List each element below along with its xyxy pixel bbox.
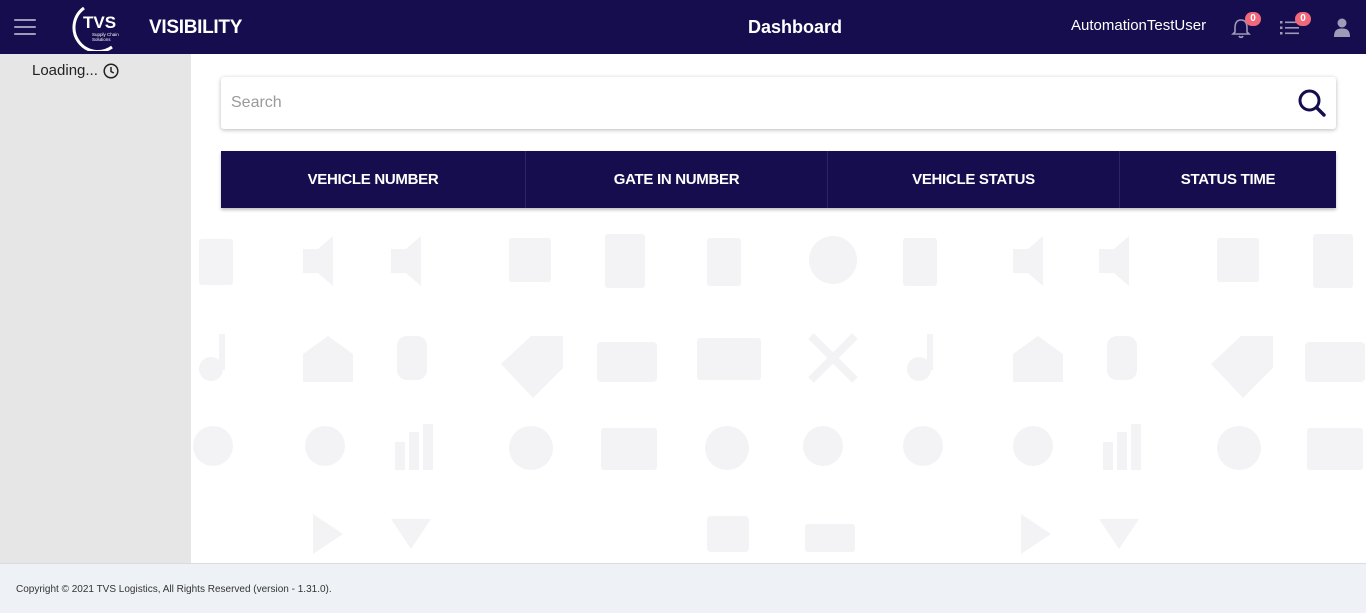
- column-header-gate-in-number[interactable]: GATE IN NUMBER: [526, 151, 828, 208]
- copyright-text: Copyright © 2021 TVS Logistics, All Righ…: [16, 584, 332, 595]
- loading-text: Loading...: [32, 62, 98, 79]
- vehicle-table-header: VEHICLE NUMBER GATE IN NUMBER VEHICLE ST…: [221, 151, 1336, 208]
- notification-count-badge: 0: [1245, 12, 1261, 26]
- clock-icon: [103, 62, 119, 79]
- sidebar-loading-indicator: Loading...: [32, 62, 119, 79]
- notifications-button[interactable]: 0: [1227, 12, 1261, 42]
- footer: Copyright © 2021 TVS Logistics, All Righ…: [0, 563, 1366, 613]
- search-input[interactable]: [231, 89, 1271, 117]
- search-button[interactable]: [1296, 87, 1328, 119]
- column-header-status-time[interactable]: STATUS TIME: [1120, 151, 1336, 208]
- column-header-vehicle-number[interactable]: VEHICLE NUMBER: [221, 151, 526, 208]
- search-icon: [1298, 89, 1326, 117]
- user-icon: [1334, 18, 1350, 37]
- svg-text:Solutions: Solutions: [92, 37, 111, 42]
- svg-text:TVS: TVS: [83, 13, 116, 32]
- username[interactable]: AutomationTestUser: [1071, 17, 1206, 34]
- tasks-count-badge: 0: [1295, 12, 1311, 26]
- app-title: VISIBILITY: [149, 17, 243, 38]
- user-profile-button[interactable]: [1328, 12, 1358, 42]
- tvs-logo[interactable]: TVS Supply Chain Solutions: [72, 3, 128, 53]
- page-title: Dashboard: [748, 17, 843, 37]
- sidebar: Loading...: [0, 54, 191, 563]
- top-navbar: TVS Supply Chain Solutions VISIBILITY Da…: [0, 0, 1366, 54]
- tasks-button[interactable]: 0: [1277, 12, 1311, 42]
- main-content: VEHICLE NUMBER GATE IN NUMBER VEHICLE ST…: [191, 54, 1366, 563]
- background-icon-pattern: [193, 234, 1365, 554]
- search-bar: [221, 77, 1336, 129]
- hamburger-menu-icon[interactable]: [14, 19, 36, 35]
- column-header-vehicle-status[interactable]: VEHICLE STATUS: [828, 151, 1120, 208]
